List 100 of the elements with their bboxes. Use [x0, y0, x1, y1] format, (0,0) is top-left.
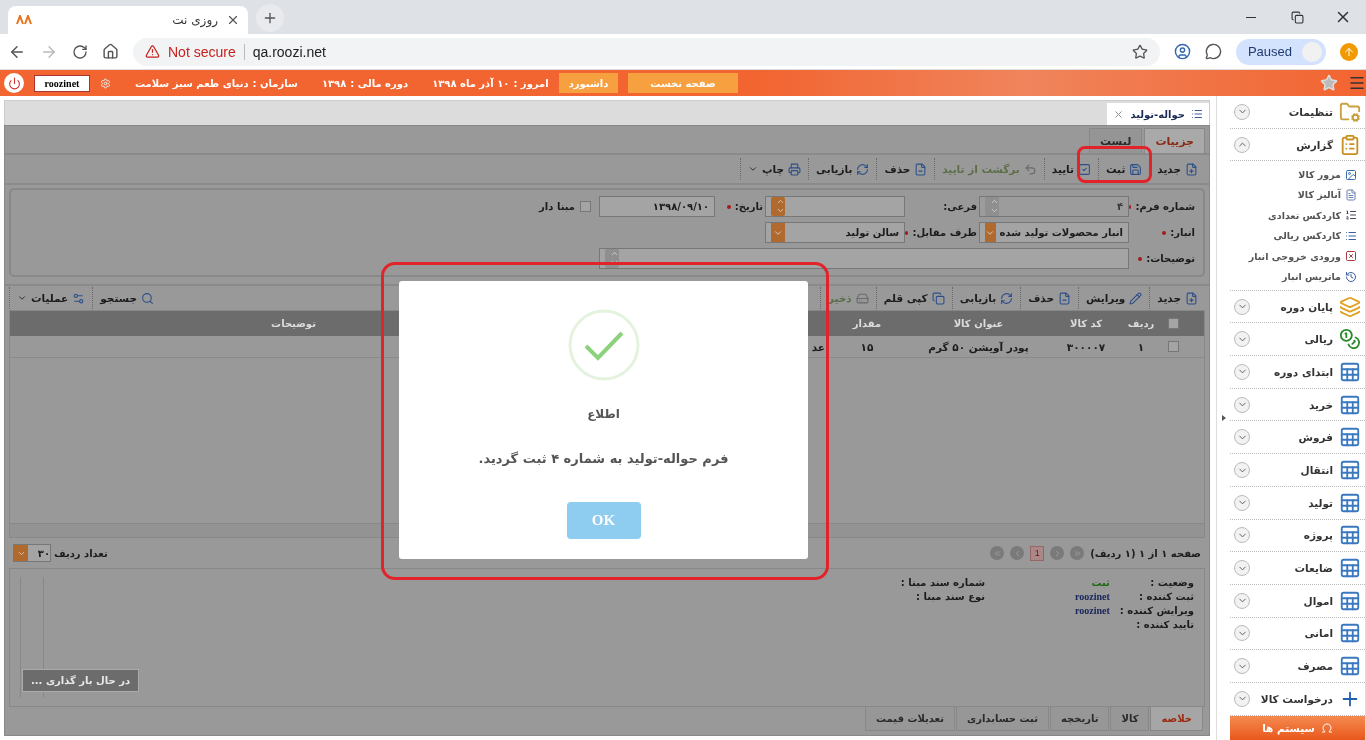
- address-field[interactable]: Not secure qa.roozi.net: [133, 37, 1160, 66]
- toolbar-button[interactable]: بازیابی: [808, 158, 877, 180]
- toolbar-button[interactable]: کپی قلم: [875, 287, 952, 309]
- sidebar-item[interactable]: گزارش: [1230, 128, 1365, 162]
- chevron-icon[interactable]: [1234, 690, 1250, 707]
- gear-icon[interactable]: [100, 77, 111, 89]
- toolbar-button[interactable]: حذف: [1020, 287, 1078, 309]
- chevron-icon[interactable]: [1234, 103, 1250, 120]
- sidebar-item[interactable]: پروژه: [1230, 519, 1365, 553]
- bottom-tab[interactable]: خلاصه: [1150, 707, 1203, 731]
- chevron-icon[interactable]: [1234, 298, 1250, 315]
- checkbox[interactable]: [580, 201, 591, 212]
- caret-icon[interactable]: [985, 223, 996, 242]
- browser-tab[interactable]: روزی نت: [8, 6, 248, 34]
- date-field[interactable]: ۱۳۹۸/۰۹/۱۰: [599, 196, 715, 217]
- menu-icon[interactable]: [1348, 74, 1366, 92]
- checkbox-label[interactable]: مبنا دار: [11, 201, 599, 212]
- sidebar-subitem[interactable]: ماتریس انبار: [1230, 266, 1365, 287]
- toolbar-button[interactable]: تایید: [1043, 158, 1098, 180]
- new-tab-button[interactable]: [256, 4, 284, 32]
- chevron-icon[interactable]: [1234, 363, 1250, 380]
- bottom-tab[interactable]: کالا: [1110, 707, 1150, 731]
- view-tab[interactable]: جزییات: [1144, 128, 1205, 153]
- chevron-icon[interactable]: [1234, 396, 1250, 413]
- dropdown-field[interactable]: سالن تولید: [765, 222, 905, 243]
- bottom-tab[interactable]: تاریخچه: [1049, 707, 1110, 731]
- first-page-button[interactable]: [990, 546, 1005, 560]
- sidebar-item[interactable]: ریالی: [1230, 323, 1365, 357]
- extension-icon[interactable]: [1173, 43, 1191, 60]
- chevron-icon[interactable]: [1234, 658, 1250, 675]
- sidebar-item[interactable]: اموال: [1230, 584, 1365, 618]
- update-icon[interactable]: [1340, 42, 1358, 61]
- sidebar-item[interactable]: مصرف: [1230, 650, 1365, 683]
- sidebar-item[interactable]: امانی: [1230, 617, 1365, 651]
- sidebar-subitem[interactable]: آنالیز کالا: [1230, 184, 1365, 206]
- sidebar-subitem[interactable]: کاردکس تعدادی: [1230, 205, 1365, 226]
- toolbar-button[interactable]: بازیابی: [951, 287, 1021, 309]
- sidebar-subitem[interactable]: کاردکس ریالی: [1230, 225, 1365, 246]
- chevron-icon[interactable]: [1234, 429, 1250, 446]
- toolbar-button[interactable]: ویرایش: [1077, 287, 1150, 309]
- close-icon[interactable]: [226, 13, 240, 27]
- required-dot: [1162, 230, 1167, 235]
- rows-per-page-dropdown[interactable]: ۳۰: [13, 544, 51, 562]
- caret-icon[interactable]: [771, 223, 785, 242]
- next-page-button[interactable]: [1050, 546, 1065, 560]
- column-header[interactable]: مقدار: [827, 318, 907, 329]
- sidebar-item[interactable]: پایان دوره: [1230, 290, 1365, 324]
- chevron-icon[interactable]: [1234, 331, 1250, 348]
- sidebar-subitem[interactable]: ورودی خروجی انبار: [1230, 245, 1365, 267]
- bottom-tab[interactable]: ثبت حسابداری: [956, 707, 1049, 731]
- column-header[interactable]: ردیف: [1122, 318, 1160, 329]
- bottom-tab[interactable]: تعدیلات قیمت: [865, 707, 955, 731]
- toolbar-button[interactable]: جستجو: [92, 287, 161, 309]
- chevron-icon[interactable]: [1234, 136, 1250, 153]
- sidebar-item[interactable]: انتقال: [1230, 454, 1365, 487]
- home-icon[interactable]: [102, 43, 119, 60]
- document-icon: [1345, 188, 1357, 201]
- power-button[interactable]: [4, 73, 24, 93]
- sidebar-item[interactable]: تولید: [1230, 486, 1365, 520]
- chevron-icon[interactable]: [1234, 462, 1250, 478]
- sidebar-item[interactable]: تنظیمات: [1230, 96, 1365, 129]
- chevron-icon[interactable]: [1234, 625, 1250, 642]
- profile-button[interactable]: Paused: [1235, 38, 1326, 65]
- toolbar-button[interactable]: ثبت: [1098, 158, 1150, 180]
- previous-page-button[interactable]: [1010, 546, 1025, 560]
- checkbox[interactable]: [1167, 318, 1179, 329]
- sidebar-item[interactable]: ضایعات: [1230, 552, 1365, 585]
- toolbar-button[interactable]: جدید: [1149, 158, 1205, 180]
- toolbar-button[interactable]: عملیات: [9, 287, 93, 309]
- dropdown-field[interactable]: انبار محصولات تولید شده: [979, 222, 1129, 243]
- required-dot: [726, 204, 731, 209]
- close-icon[interactable]: [1113, 108, 1125, 120]
- sidebar-subitem[interactable]: مرور کالا: [1230, 164, 1365, 185]
- refresh-icon: [856, 162, 870, 176]
- info-value: ۱۰ آذر ماه ۱۳۹۸: [432, 77, 510, 89]
- number-field[interactable]: [765, 196, 905, 217]
- reload-icon[interactable]: [72, 43, 88, 60]
- systems-button[interactable]: سیستم ها: [1230, 716, 1365, 740]
- notes-field[interactable]: [599, 248, 1129, 269]
- last-page-button[interactable]: [1070, 546, 1085, 560]
- toolbar-button[interactable]: حذف: [876, 158, 935, 180]
- toolbar-button[interactable]: جدید: [1149, 287, 1205, 309]
- chevron-icon[interactable]: [1234, 494, 1250, 511]
- checkbox[interactable]: [1167, 341, 1179, 352]
- document-tab[interactable]: حواله-تولید: [1107, 103, 1209, 125]
- caret-icon[interactable]: [14, 545, 28, 561]
- chevron-icon[interactable]: [1234, 592, 1250, 609]
- sidebar-item[interactable]: درخواست کالا: [1230, 682, 1365, 716]
- column-header[interactable]: کد کالا: [1050, 318, 1122, 329]
- page-number[interactable]: 1: [1030, 545, 1045, 561]
- speech-bubble-icon[interactable]: [1204, 43, 1222, 60]
- star-icon[interactable]: [1131, 43, 1148, 60]
- sidebar-item[interactable]: ابتدای دوره: [1230, 356, 1365, 389]
- toolbar-button[interactable]: چاپ: [740, 158, 809, 180]
- chevron-icon[interactable]: [1234, 560, 1250, 577]
- chevron-icon[interactable]: [1234, 527, 1250, 544]
- sidebar-item[interactable]: فروش: [1230, 421, 1365, 455]
- sidebar-item[interactable]: خرید: [1230, 388, 1365, 422]
- column-header[interactable]: عنوان کالا: [907, 318, 1050, 329]
- spinner-icon[interactable]: [771, 197, 785, 216]
